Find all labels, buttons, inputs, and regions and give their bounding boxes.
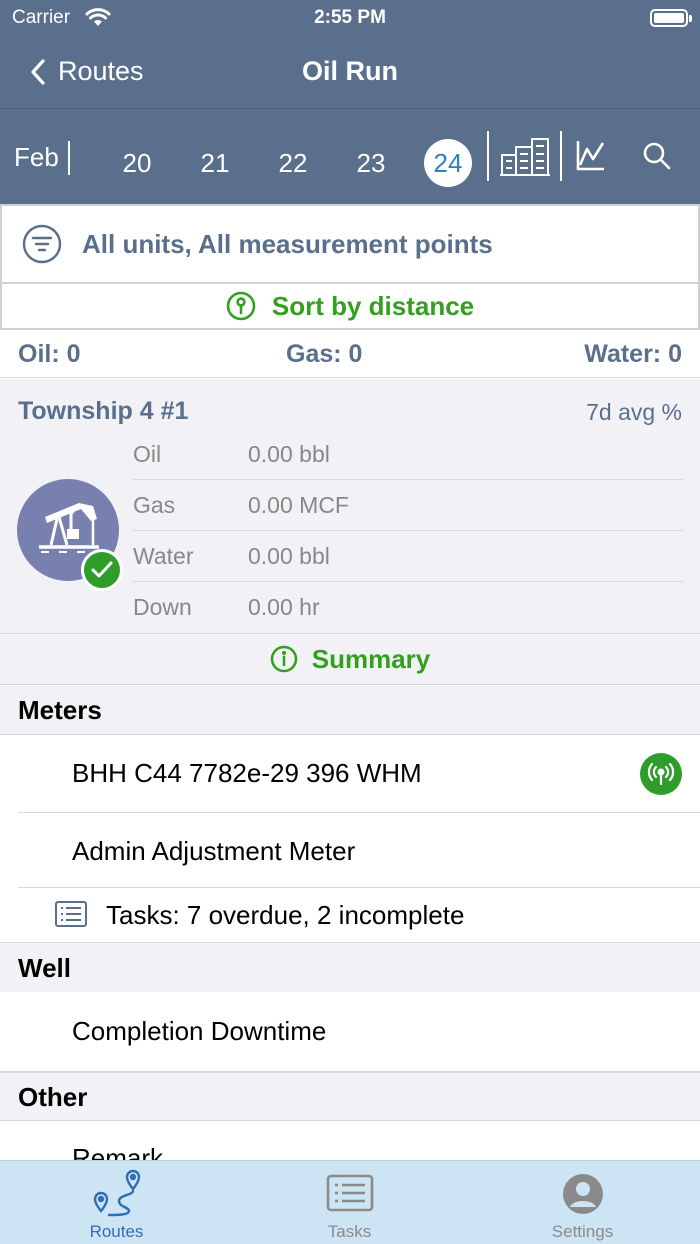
- metric-down: Down 0.00 hr: [133, 582, 683, 633]
- summary-label: Summary: [311, 643, 431, 674]
- gas-total: Gas: 0: [286, 340, 363, 368]
- tasks-summary: Tasks: 7 overdue, 2 incomplete: [106, 900, 465, 930]
- metric-value: 0.00 MCF: [248, 492, 349, 518]
- filter-bar[interactable]: All units, All measurement points: [0, 204, 700, 284]
- well-item-name: Completion Downtime: [72, 1016, 327, 1046]
- battery-icon: [650, 9, 692, 27]
- day-24-selected[interactable]: 24: [424, 139, 472, 187]
- section-header-other: Other: [0, 1071, 700, 1121]
- task-list-icon: [55, 901, 87, 927]
- avg-label: 7d avg %: [586, 399, 682, 425]
- tab-tasks[interactable]: Tasks: [233, 1161, 466, 1244]
- section-title: Meters: [18, 695, 102, 725]
- list-item[interactable]: Remark: [0, 1121, 700, 1160]
- metric-oil: Oil 0.00 bbl: [133, 429, 683, 480]
- metric-gas: Gas 0.00 MCF: [133, 480, 683, 531]
- well-card[interactable]: Township 4 #1 7d avg % Oil 0.00 bbl Gas …: [0, 379, 700, 633]
- list-item[interactable]: Admin Adjustment Meter: [0, 813, 700, 887]
- search-icon[interactable]: [642, 141, 672, 176]
- tab-routes[interactable]: Routes: [0, 1161, 233, 1244]
- toolbar-divider: [487, 131, 489, 181]
- production-totals: Oil: 0 Gas: 0 Water: 0: [0, 330, 700, 378]
- metric-label: Oil: [133, 441, 162, 467]
- day-23[interactable]: 23: [347, 139, 395, 187]
- metric-value: 0.00 hr: [248, 594, 320, 620]
- filter-icon: [22, 224, 62, 264]
- tab-bar: Routes Tasks Settings: [0, 1160, 700, 1244]
- navigation-bar: Routes Oil Run: [0, 36, 700, 108]
- sort-label: Sort by distance: [271, 290, 475, 321]
- section-header-well: Well: [0, 942, 700, 992]
- well-name: Township 4 #1: [18, 397, 189, 425]
- location-pin-icon: [226, 291, 256, 321]
- info-icon: [270, 645, 298, 673]
- day-20[interactable]: 20: [113, 139, 161, 187]
- day-21[interactable]: 21: [191, 139, 239, 187]
- date-strip: Feb 20 21 22 23 24: [0, 109, 700, 204]
- metric-value: 0.00 bbl: [248, 441, 330, 467]
- summary-button[interactable]: Summary: [0, 633, 700, 685]
- radio-signal-icon: [640, 753, 682, 795]
- tab-label: Settings: [551, 1222, 614, 1241]
- page-title: Oil Run: [302, 56, 398, 86]
- month-label: Feb: [14, 142, 59, 172]
- metric-value: 0.00 bbl: [248, 543, 330, 569]
- month-divider: [68, 141, 70, 175]
- meter-name: Admin Adjustment Meter: [72, 836, 356, 866]
- day-22[interactable]: 22: [269, 139, 317, 187]
- filter-label: All units, All measurement points: [82, 228, 493, 259]
- chart-icon[interactable]: [576, 139, 606, 176]
- metric-water: Water 0.00 bbl: [133, 531, 683, 582]
- meter-name: BHH C44 7782e-29 396 WHM: [72, 758, 422, 788]
- tab-label: Routes: [89, 1222, 144, 1241]
- section-title: Other: [18, 1082, 88, 1112]
- metric-label: Water: [133, 543, 194, 569]
- section-header-meters: Meters: [0, 686, 700, 734]
- list-item[interactable]: BHH C44 7782e-29 396 WHM: [0, 734, 700, 812]
- tasks-row[interactable]: Tasks: 7 overdue, 2 incomplete: [0, 888, 700, 942]
- list-item[interactable]: Completion Downtime: [0, 992, 700, 1070]
- oil-total: Oil: 0: [18, 340, 81, 368]
- task-list-icon: [326, 1174, 373, 1212]
- toolbar-divider: [560, 131, 562, 181]
- header: Carrier 2:55 PM Routes Oil Run Feb 20 21…: [0, 0, 700, 204]
- metric-label: Gas: [133, 492, 176, 518]
- clock: 2:55 PM: [314, 7, 386, 28]
- tab-label: Tasks: [327, 1222, 372, 1241]
- other-item-name: Remark: [72, 1143, 164, 1160]
- status-bar: Carrier 2:55 PM: [0, 0, 700, 36]
- water-total: Water: 0: [584, 340, 682, 368]
- building-icon[interactable]: [500, 137, 550, 182]
- metric-label: Down: [133, 594, 192, 620]
- tab-settings[interactable]: Settings: [466, 1161, 699, 1244]
- section-title: Well: [18, 953, 71, 983]
- checkmark-icon: [81, 549, 123, 591]
- sort-button[interactable]: Sort by distance: [0, 284, 700, 330]
- route-icon: [93, 1169, 140, 1217]
- user-icon: [562, 1174, 603, 1214]
